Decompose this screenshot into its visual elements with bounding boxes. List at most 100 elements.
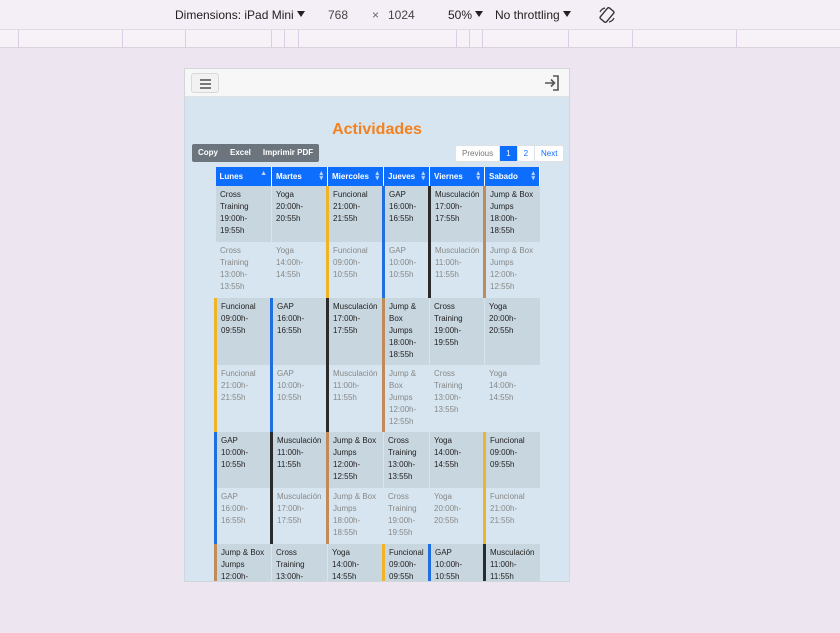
schedule-cell[interactable]: Musculación 11:00h-11:55h [270, 432, 328, 488]
schedule-cell[interactable]: Cross Training 13:00h-13:55h [215, 242, 272, 298]
schedule-cell[interactable]: Cross Training 19:00h-19:55h [215, 186, 272, 242]
schedule-cell[interactable]: Cross Training 13:00h-13:55h [383, 432, 430, 488]
activity-name: Jump & Box Jumps [221, 548, 265, 569]
column-header-viernes[interactable]: Viernes ▴ ▾ [429, 167, 485, 186]
activity-name: Funcional [389, 548, 424, 557]
schedule-cell[interactable]: GAP 10:00h-10:55h [214, 432, 272, 488]
activity-time: 19:00h-19:55h [220, 214, 248, 235]
print-pdf-button[interactable]: Imprimir PDF [257, 144, 319, 162]
activity-name: GAP [221, 492, 238, 501]
schedule-cell[interactable]: GAP 16:00h-16:55h [214, 488, 272, 544]
activity-time: 09:00h-10:55h [333, 258, 361, 279]
schedule-cell[interactable]: Jump & Box Jumps 12:00h- [214, 544, 272, 581]
column-header-jueves[interactable]: Jueves ▴ ▾ [383, 167, 430, 186]
activity-time: 20:00h-20:55h [276, 202, 304, 223]
schedule-cell[interactable]: Funcional 09:00h-09:55h [214, 298, 272, 365]
activity-name: Musculación [333, 369, 378, 378]
schedule-cell[interactable]: Funcional 09:00h-09:55h [382, 544, 430, 581]
schedule-cell[interactable]: Musculación 11:00h-11:55h [428, 242, 485, 298]
schedule-cell[interactable]: Funcional 09:00h-10:55h [326, 242, 384, 298]
schedule-cell[interactable]: Yoga 14:00h-14:55h [271, 242, 328, 298]
table-row: GAP 16:00h-16:55h Musculación 17:00h-17:55h… [214, 488, 540, 544]
column-header-lunes[interactable]: Lunes ▲ [215, 167, 272, 186]
times-sign: × [372, 8, 380, 22]
schedule-cell[interactable]: Jump & Box Jumps 12:00h-12:55h [326, 432, 384, 488]
activity-name: Musculación [435, 190, 480, 199]
login-icon[interactable] [543, 74, 561, 92]
table-row: Funcional 09:00h-09:55h GAP 16:00h-16:55h Mu… [214, 298, 540, 365]
schedule-cell[interactable]: Funcional 21:00h-21:55h [326, 186, 384, 242]
schedule-cell[interactable]: Yoga 14:00h-14:55h [327, 544, 384, 581]
schedule-cell[interactable]: Yoga 20:00h-20:55h [484, 298, 540, 365]
activity-time: 16:00h-16:55h [221, 504, 249, 525]
page-1-button[interactable]: 1 [500, 146, 518, 161]
schedule-cell[interactable]: Funcional 09:00h-09:55h [483, 432, 540, 488]
activity-name: GAP [277, 369, 294, 378]
width-input[interactable]: 768 [328, 8, 348, 22]
throttling-dropdown[interactable]: No throttling [495, 8, 571, 22]
activity-name: Funcional [333, 190, 368, 199]
column-header-miercoles[interactable]: Miercoles ▴ ▾ [327, 167, 384, 186]
activity-time: 13:00h-13:55h [434, 393, 462, 414]
activity-name: Yoga [434, 436, 452, 445]
page-2-button[interactable]: 2 [518, 146, 536, 161]
schedule-cell[interactable]: GAP 16:00h-16:55h [382, 186, 430, 242]
schedule-cell[interactable]: Jump & Box Jumps 18:00h-18:55h [326, 488, 384, 544]
table-row: Funcional 21:00h-21:55h GAP 10:00h-10:55h Mu… [214, 365, 540, 432]
activity-name: Jump & Box Jumps [389, 302, 417, 335]
schedule-cell[interactable]: GAP 10:00h-10:55h [382, 242, 430, 298]
activity-name: GAP [389, 246, 406, 255]
schedule-cell[interactable]: GAP 10:00h-10:55h [428, 544, 485, 581]
schedule-cell[interactable]: Musculación 17:00h-17:55h [326, 298, 384, 365]
activity-name: GAP [277, 302, 294, 311]
previous-page-button[interactable]: Previous [456, 146, 501, 161]
column-header-sabado[interactable]: Sabado ▴ ▾ [484, 167, 540, 186]
schedule-cell[interactable]: Jump & Box Jumps 12:00h-12:55h [483, 242, 540, 298]
page-title: Actividades [332, 121, 422, 138]
activity-name: Musculación [490, 548, 535, 557]
activity-name: Jump & Box Jumps [490, 190, 534, 211]
throttling-label: No throttling [495, 8, 560, 22]
height-input[interactable]: 1024 [388, 8, 415, 22]
schedule-cell[interactable]: GAP 10:00h-10:55h [270, 365, 328, 432]
chevron-down-icon [296, 11, 305, 17]
hamburger-menu-icon[interactable] [191, 73, 219, 93]
activity-name: Yoga [276, 190, 294, 199]
activity-time: 11:00h-11:55h [277, 448, 304, 469]
schedule-cell[interactable]: Cross Training 13:00h- [271, 544, 328, 581]
schedule-cell[interactable]: Cross Training 19:00h-19:55h [429, 298, 485, 365]
schedule-cell[interactable]: Cross Training 13:00h-13:55h [429, 365, 485, 432]
column-header-label: Sabado [489, 172, 518, 181]
schedule-cell[interactable]: GAP 16:00h-16:55h [270, 298, 328, 365]
schedule-cell[interactable]: Musculación 17:00h-17:55h [428, 186, 485, 242]
schedule-cell[interactable]: Yoga 20:00h-20:55h [429, 488, 485, 544]
schedule-cell[interactable]: Jump & Box Jumps 18:00h-18:55h [483, 186, 540, 242]
activity-time: 20:00h-20:55h [489, 314, 517, 335]
schedule-cell[interactable]: Musculación 17:00h-17:55h [270, 488, 328, 544]
schedule-cell[interactable]: Yoga 14:00h-14:55h [429, 432, 485, 488]
dimensions-dropdown[interactable]: Dimensions: iPad Mini [175, 8, 305, 22]
activity-time: 14:00h-14:55h [489, 381, 517, 402]
copy-button[interactable]: Copy [192, 144, 224, 162]
sort-icon: ▴ ▾ [375, 170, 379, 182]
schedule-cell[interactable]: Cross Training 19:00h-19:55h [383, 488, 430, 544]
rotate-icon[interactable] [598, 6, 616, 24]
column-header-label: Viernes [434, 172, 463, 181]
column-header-label: Miercoles [332, 172, 369, 181]
column-header-martes[interactable]: Martes ▴ ▾ [271, 167, 328, 186]
sort-icon: ▴ ▾ [421, 170, 425, 182]
excel-button[interactable]: Excel [224, 144, 257, 162]
schedule-cell[interactable]: Yoga 14:00h-14:55h [484, 365, 540, 432]
schedule-cell[interactable]: Jump & Box Jumps 12:00h-12:55h [382, 365, 430, 432]
zoom-dropdown[interactable]: 50% [448, 8, 484, 22]
next-page-button[interactable]: Next [535, 146, 563, 161]
schedule-cell[interactable]: Musculación 11:00h-11:55h [326, 365, 384, 432]
schedule-cell[interactable]: Musculación 11:00h-11:55h [483, 544, 540, 581]
column-header-label: Jueves [388, 172, 416, 181]
schedule-cell[interactable]: Funcional 21:00h-21:55h [483, 488, 540, 544]
schedule-cell[interactable]: Yoga 20:00h-20:55h [271, 186, 328, 242]
schedule-cell[interactable]: Funcional 21:00h-21:55h [214, 365, 272, 432]
activity-time: 12:00h-12:55h [333, 460, 361, 481]
schedule-cell[interactable]: Jump & Box Jumps 18:00h-18:55h [382, 298, 430, 365]
activity-name: Funcional [490, 436, 525, 445]
